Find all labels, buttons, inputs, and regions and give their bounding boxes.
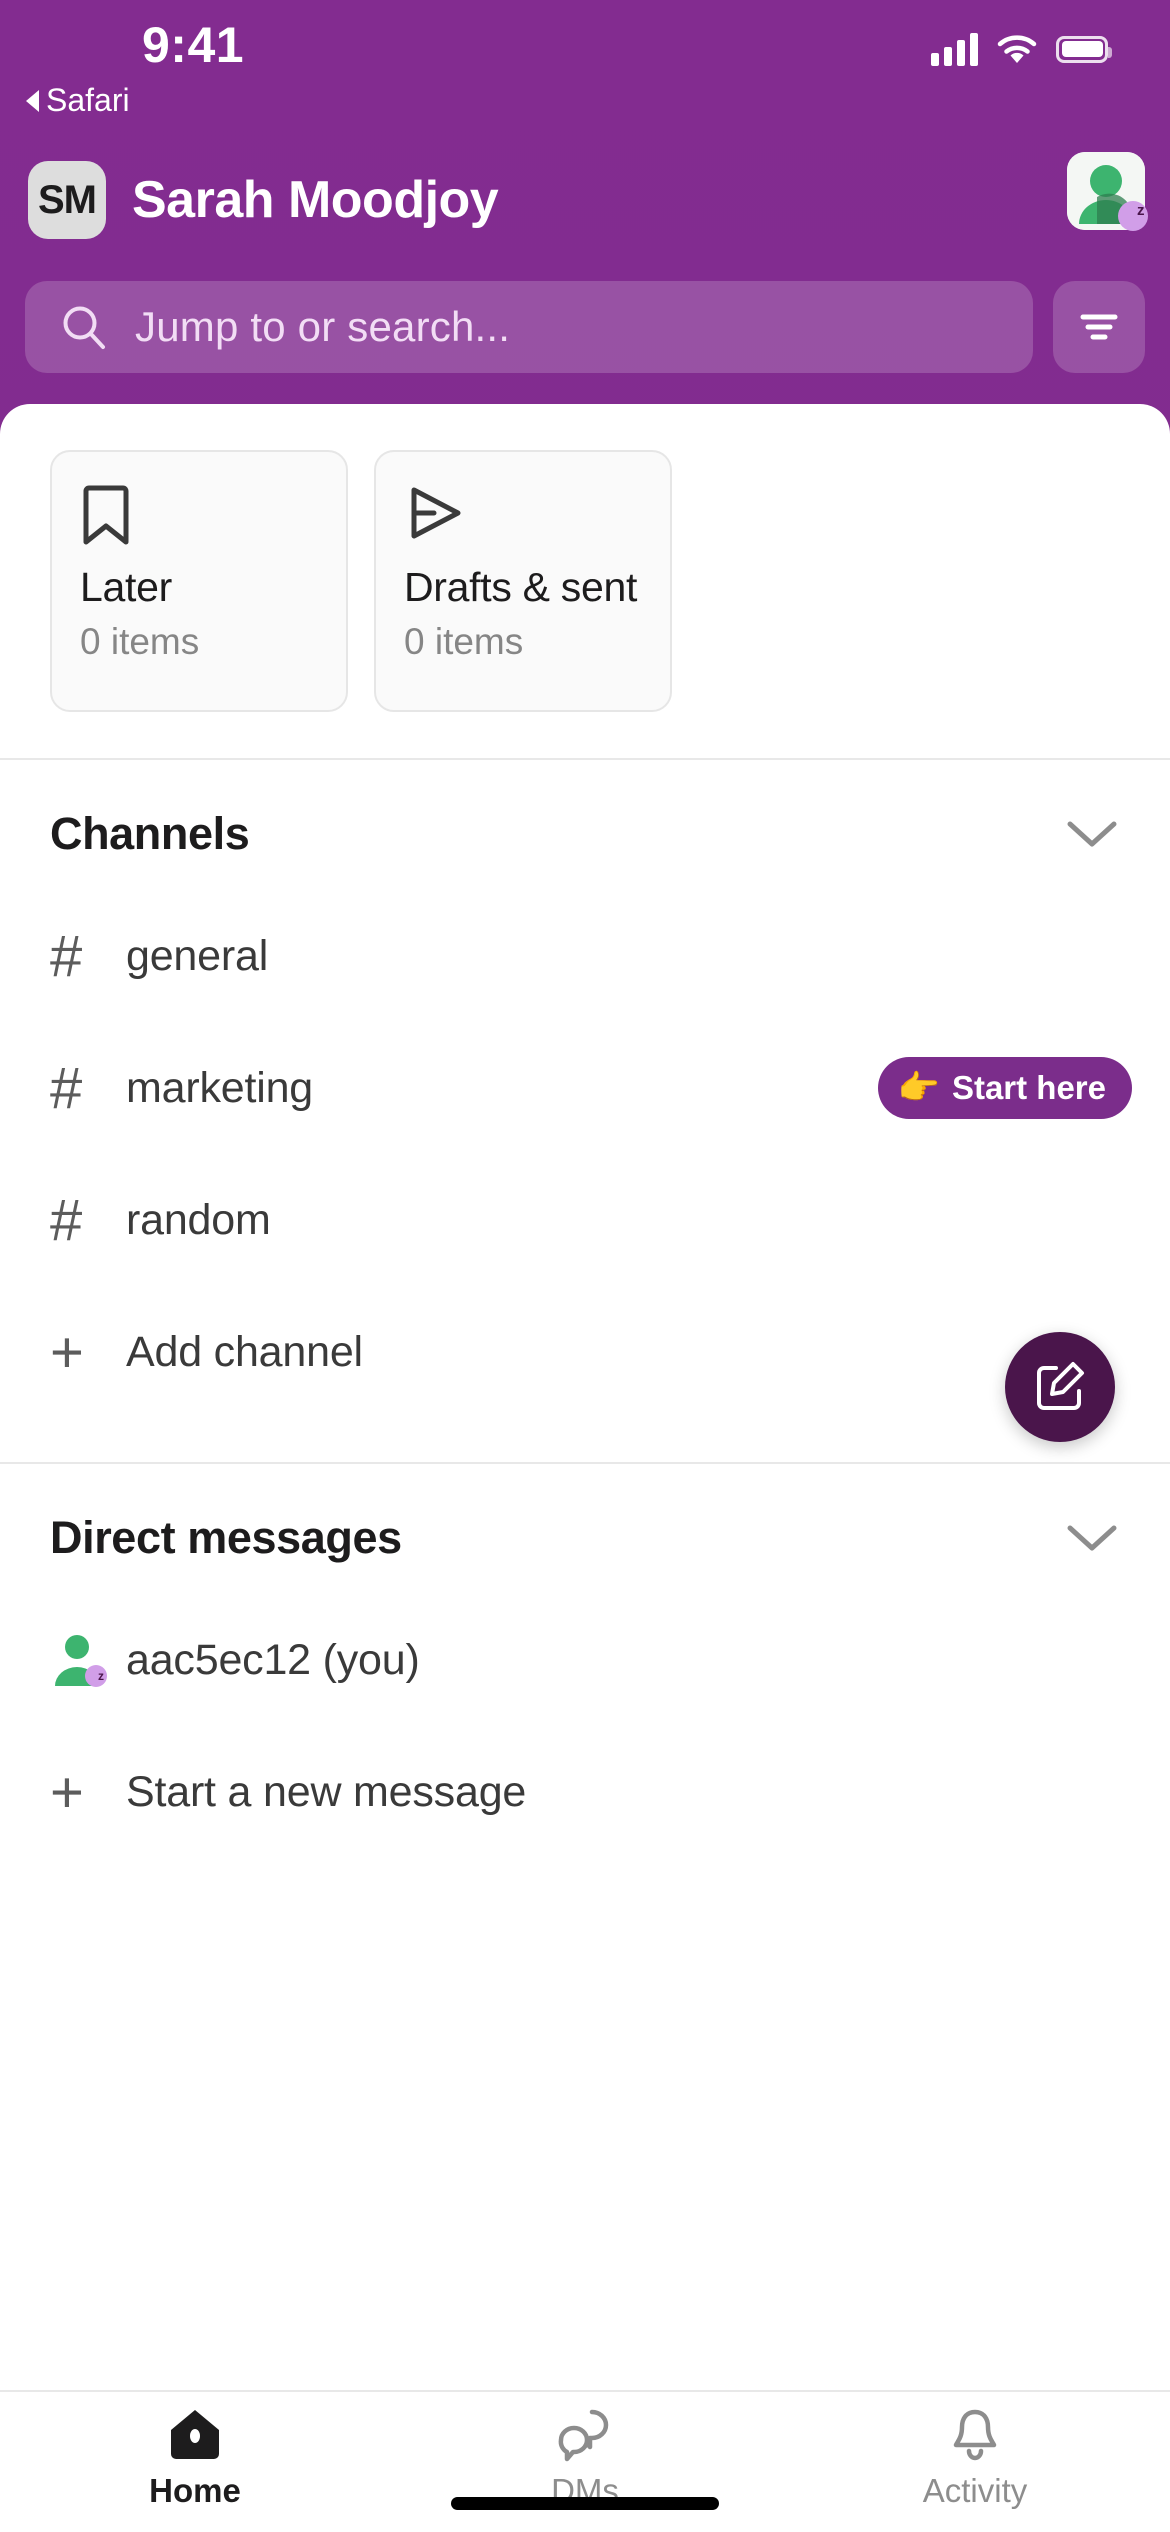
channel-label: general [126, 931, 269, 980]
channel-label: random [126, 1195, 271, 1244]
status-icons [931, 32, 1112, 66]
svg-text:z: z [98, 1669, 104, 1683]
channel-row-random[interactable]: # random [0, 1154, 1170, 1286]
search-icon [63, 306, 105, 349]
dms-bubbles-icon [558, 2409, 609, 2462]
workspace-avatar[interactable]: SM [28, 161, 106, 239]
hash-icon: # [50, 1187, 83, 1253]
home-icon [171, 2410, 219, 2459]
drafts-card-title: Drafts & sent [404, 564, 638, 610]
channels-section-header[interactable]: Channels [0, 760, 1170, 890]
dm-label: aac5ec12 (you) [126, 1635, 420, 1684]
user-avatar[interactable]: z [1067, 152, 1148, 231]
filter-button[interactable] [1053, 281, 1145, 373]
send-icon [404, 482, 642, 560]
back-chevron-icon [26, 89, 39, 112]
new-message-row[interactable]: + Start a new message [0, 1726, 1170, 1858]
hash-icon: # [50, 923, 83, 989]
later-card[interactable]: Later 0 items [50, 450, 348, 712]
tab-home[interactable]: Home [0, 2406, 390, 2510]
bookmark-icon [80, 482, 318, 560]
snooze-moon-badge: z [1118, 201, 1148, 231]
quick-cards: Later 0 items Drafts & sent 0 items [0, 404, 1170, 712]
later-card-title: Later [80, 564, 172, 610]
back-app-label: Safari [46, 82, 130, 118]
new-message-label: Start a new message [126, 1767, 527, 1816]
pointing-right-icon: 👉 [897, 1069, 940, 1107]
search-row: Jump to or search... [0, 272, 1170, 382]
compose-fab-button[interactable] [1005, 1332, 1115, 1442]
compose-pencil-icon [1037, 1362, 1084, 1410]
plus-icon: + [50, 1759, 84, 1825]
status-bar: 9:41 [0, 0, 1170, 118]
tab-activity[interactable]: Activity [780, 2406, 1170, 2510]
bottom-tab-bar: Home DMs Activity [0, 2390, 1170, 2532]
bell-icon [953, 2409, 997, 2461]
content-sheet: Later 0 items Drafts & sent 0 items Chan… [0, 404, 1170, 2532]
tab-home-label: Home [149, 2472, 241, 2509]
wifi-icon [997, 35, 1037, 63]
search-input[interactable]: Jump to or search... [25, 281, 1033, 373]
add-channel-row[interactable]: + Add channel [0, 1286, 1170, 1418]
filter-icon [1080, 314, 1118, 340]
channel-row-general[interactable]: # general [0, 890, 1170, 1022]
hash-icon: # [50, 1055, 83, 1121]
dm-title: Direct messages [50, 1512, 402, 1563]
chevron-down-icon[interactable] [1064, 1521, 1120, 1555]
start-here-label: Start here [951, 1069, 1106, 1106]
home-indicator[interactable] [451, 2497, 719, 2510]
workspace-header: SM Sarah Moodjoy z [0, 140, 1170, 260]
later-card-subtitle: 0 items [80, 621, 200, 662]
add-channel-label: Add channel [126, 1327, 363, 1376]
channels-title: Channels [50, 808, 250, 859]
avatar-person-icon: z [55, 1635, 107, 1687]
search-placeholder: Jump to or search... [135, 303, 511, 350]
status-time: 9:41 [142, 17, 245, 73]
cellular-signal-icon [931, 32, 978, 66]
channel-label: marketing [126, 1063, 313, 1112]
battery-icon [1056, 35, 1112, 63]
drafts-card-subtitle: 0 items [404, 621, 524, 662]
workspace-name[interactable]: Sarah Moodjoy [132, 170, 499, 230]
chevron-down-icon[interactable] [1064, 817, 1120, 851]
back-to-safari-button[interactable]: Safari [26, 82, 130, 119]
svg-text:z: z [1137, 202, 1145, 219]
dm-row-self[interactable]: z aac5ec12 (you) [0, 1594, 1170, 1726]
channel-row-marketing[interactable]: # marketing 👉 Start here [0, 1022, 1170, 1154]
start-here-badge[interactable]: 👉 Start here [877, 1057, 1132, 1119]
slack-mobile-home-screen: 9:41 Safari SM Sarah Moodjoy z Jump to o… [0, 0, 1170, 2532]
dm-avatar: z [50, 1630, 114, 1690]
tab-dms[interactable]: DMs [390, 2406, 780, 2510]
plus-icon: + [50, 1319, 84, 1385]
dm-section-header[interactable]: Direct messages [0, 1464, 1170, 1594]
drafts-card[interactable]: Drafts & sent 0 items [374, 450, 672, 712]
tab-activity-label: Activity [922, 2472, 1028, 2509]
